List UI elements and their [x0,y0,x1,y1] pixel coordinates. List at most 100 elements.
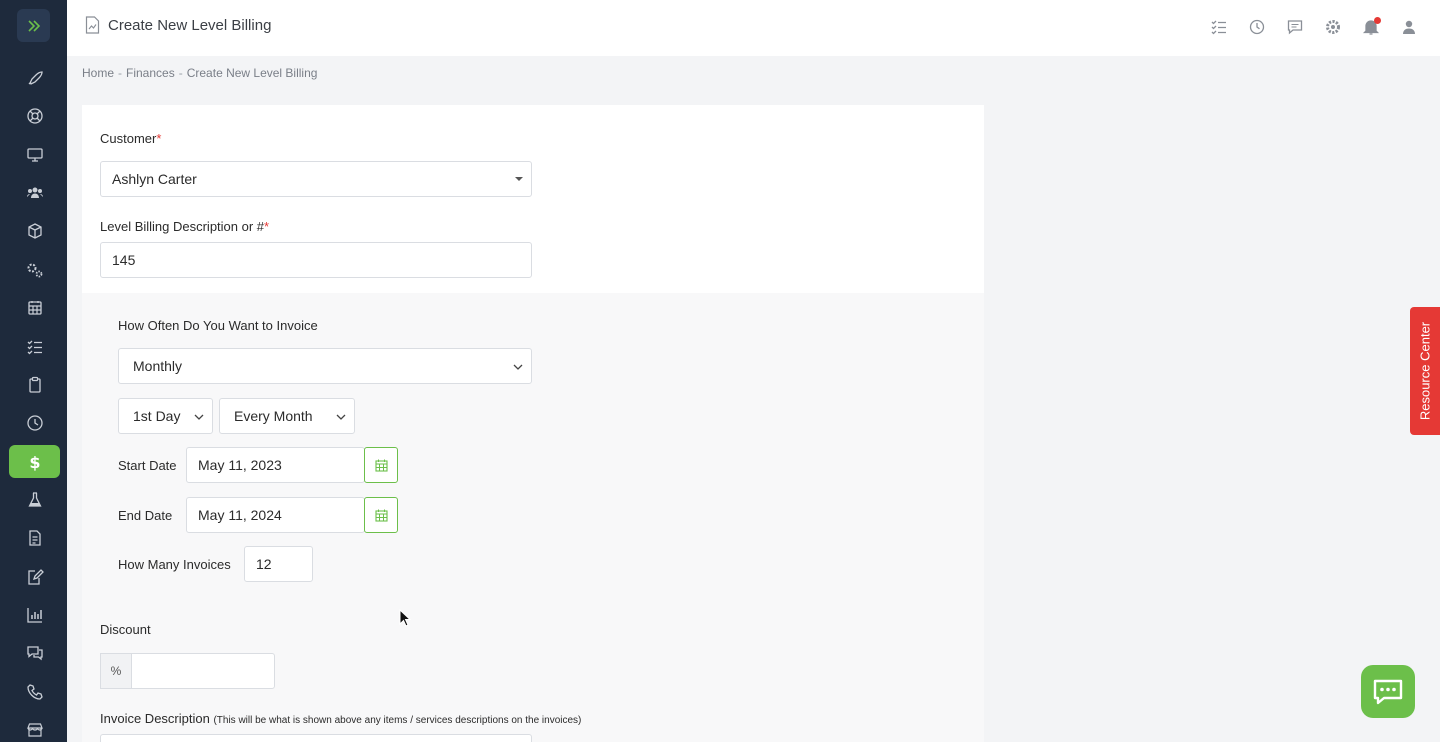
discount-label: Discount [100,622,151,637]
description-input[interactable]: 145 [100,242,532,278]
sidebar-item-inventory[interactable] [9,214,60,247]
clock-icon [1249,19,1265,35]
breadcrumb-home[interactable]: Home [82,66,114,80]
calendar-icon [374,509,388,522]
profile-button[interactable] [1400,18,1418,36]
breadcrumb-separator: - [178,66,183,80]
sidebar-item-reports[interactable] [9,598,60,631]
notifications-button[interactable] [1362,17,1381,36]
page-title-group: Create New Level Billing [85,16,271,34]
document-chart-icon [85,16,100,34]
edit-document-icon [27,568,44,585]
lifebuoy-icon [26,107,43,124]
invoice-count-value: 12 [256,556,272,572]
mouse-cursor-icon [399,609,411,627]
resource-center-tab[interactable]: Resource Center [1410,307,1440,435]
clock-icon [26,414,43,431]
messages-button[interactable] [1286,18,1304,36]
sidebar: $ [0,0,67,742]
resource-center-label: Resource Center [1417,321,1433,421]
notification-dot [1374,17,1381,24]
chevron-down-icon [194,414,204,420]
day-value: 1st Day [133,408,181,424]
dollar-icon: $ [29,453,40,471]
sidebar-item-tasks[interactable] [9,330,60,363]
start-date-label: Start Date [118,458,177,473]
flask-icon [27,491,42,507]
checklist-icon [27,340,42,354]
caret-down-icon [515,177,523,181]
sidebar-item-time[interactable] [9,406,60,439]
svg-text:$: $ [29,453,40,471]
invoice-description-input[interactable] [100,734,532,742]
page-title: Create New Level Billing [108,16,272,34]
user-icon [1403,20,1415,34]
end-date-calendar-button[interactable] [364,497,398,533]
bar-chart-icon [26,607,42,623]
sidebar-item-lab[interactable] [9,483,60,516]
box-icon [27,222,42,239]
message-icon [1287,20,1303,35]
end-date-input[interactable]: May 11, 2024 [186,497,365,533]
frequency-value: Monthly [133,358,183,374]
breadcrumb-finances[interactable]: Finances [126,66,175,80]
settings-button[interactable] [1324,18,1342,36]
end-date-label: End Date [118,508,173,523]
invoice-count-input[interactable]: 12 [244,546,313,582]
discount-percent-addon: % [100,653,132,689]
chevron-down-icon [336,414,346,420]
sidebar-item-forms[interactable] [9,560,60,593]
monitor-icon [26,147,43,162]
sidebar-item-monitor[interactable] [9,138,60,171]
clipboard-icon [28,376,41,393]
interval-select[interactable]: Every Month [219,398,355,434]
topbar: Create New Level Billing [67,0,1440,56]
start-date-input[interactable]: May 11, 2023 [186,447,365,483]
chat-icon [26,645,43,660]
sidebar-item-calendar[interactable] [9,291,60,324]
chat-bubble-icon [1373,679,1403,704]
frequency-label: How Often Do You Want to Invoice [118,318,318,333]
checklist-icon [1211,20,1226,35]
sidebar-item-rocket[interactable] [9,61,60,94]
tasks-button[interactable] [1210,18,1228,36]
sidebar-item-store[interactable] [9,713,60,742]
gear-icon [1326,20,1340,34]
customer-select[interactable]: Ashlyn Carter [100,161,532,197]
history-button[interactable] [1248,18,1266,36]
sidebar-item-phone[interactable] [9,675,60,708]
phone-icon [26,683,43,700]
sidebar-toggle-button[interactable] [17,9,50,42]
double-chevron-right-icon [27,19,40,32]
store-icon [26,722,43,737]
sidebar-item-messages[interactable] [9,636,60,669]
day-select[interactable]: 1st Day [118,398,213,434]
customer-label: Customer* [100,131,162,146]
breadcrumb-current: Create New Level Billing [186,66,318,80]
calendar-icon [374,459,388,472]
sidebar-item-settings[interactable] [9,253,60,286]
description-label: Level Billing Description or #* [100,219,270,234]
chevron-down-icon [513,364,523,370]
invoice-count-label: How Many Invoices [118,557,231,572]
start-date-calendar-button[interactable] [364,447,398,483]
rocket-icon [28,70,43,85]
topbar-actions [1210,17,1418,36]
sidebar-item-documents[interactable] [9,521,60,554]
invoice-description-note: (This will be what is shown above any it… [213,715,582,726]
invoice-description-label: Invoice Description (This will be what i… [100,711,582,726]
sidebar-item-finances[interactable]: $ [9,445,60,478]
end-date-value: May 11, 2024 [198,507,282,523]
gears-icon [27,263,42,277]
discount-input[interactable] [131,653,275,689]
calendar-icon [27,300,42,315]
sidebar-item-users[interactable] [9,176,60,209]
chat-widget-button[interactable] [1361,665,1415,718]
sidebar-item-clipboard[interactable] [9,368,60,401]
breadcrumb: Home - Finances - Create New Level Billi… [82,66,317,80]
users-icon [26,187,43,198]
frequency-select[interactable]: Monthly [118,348,532,384]
sidebar-item-support[interactable] [9,99,60,132]
breadcrumb-separator: - [118,66,123,80]
interval-value: Every Month [234,408,313,424]
